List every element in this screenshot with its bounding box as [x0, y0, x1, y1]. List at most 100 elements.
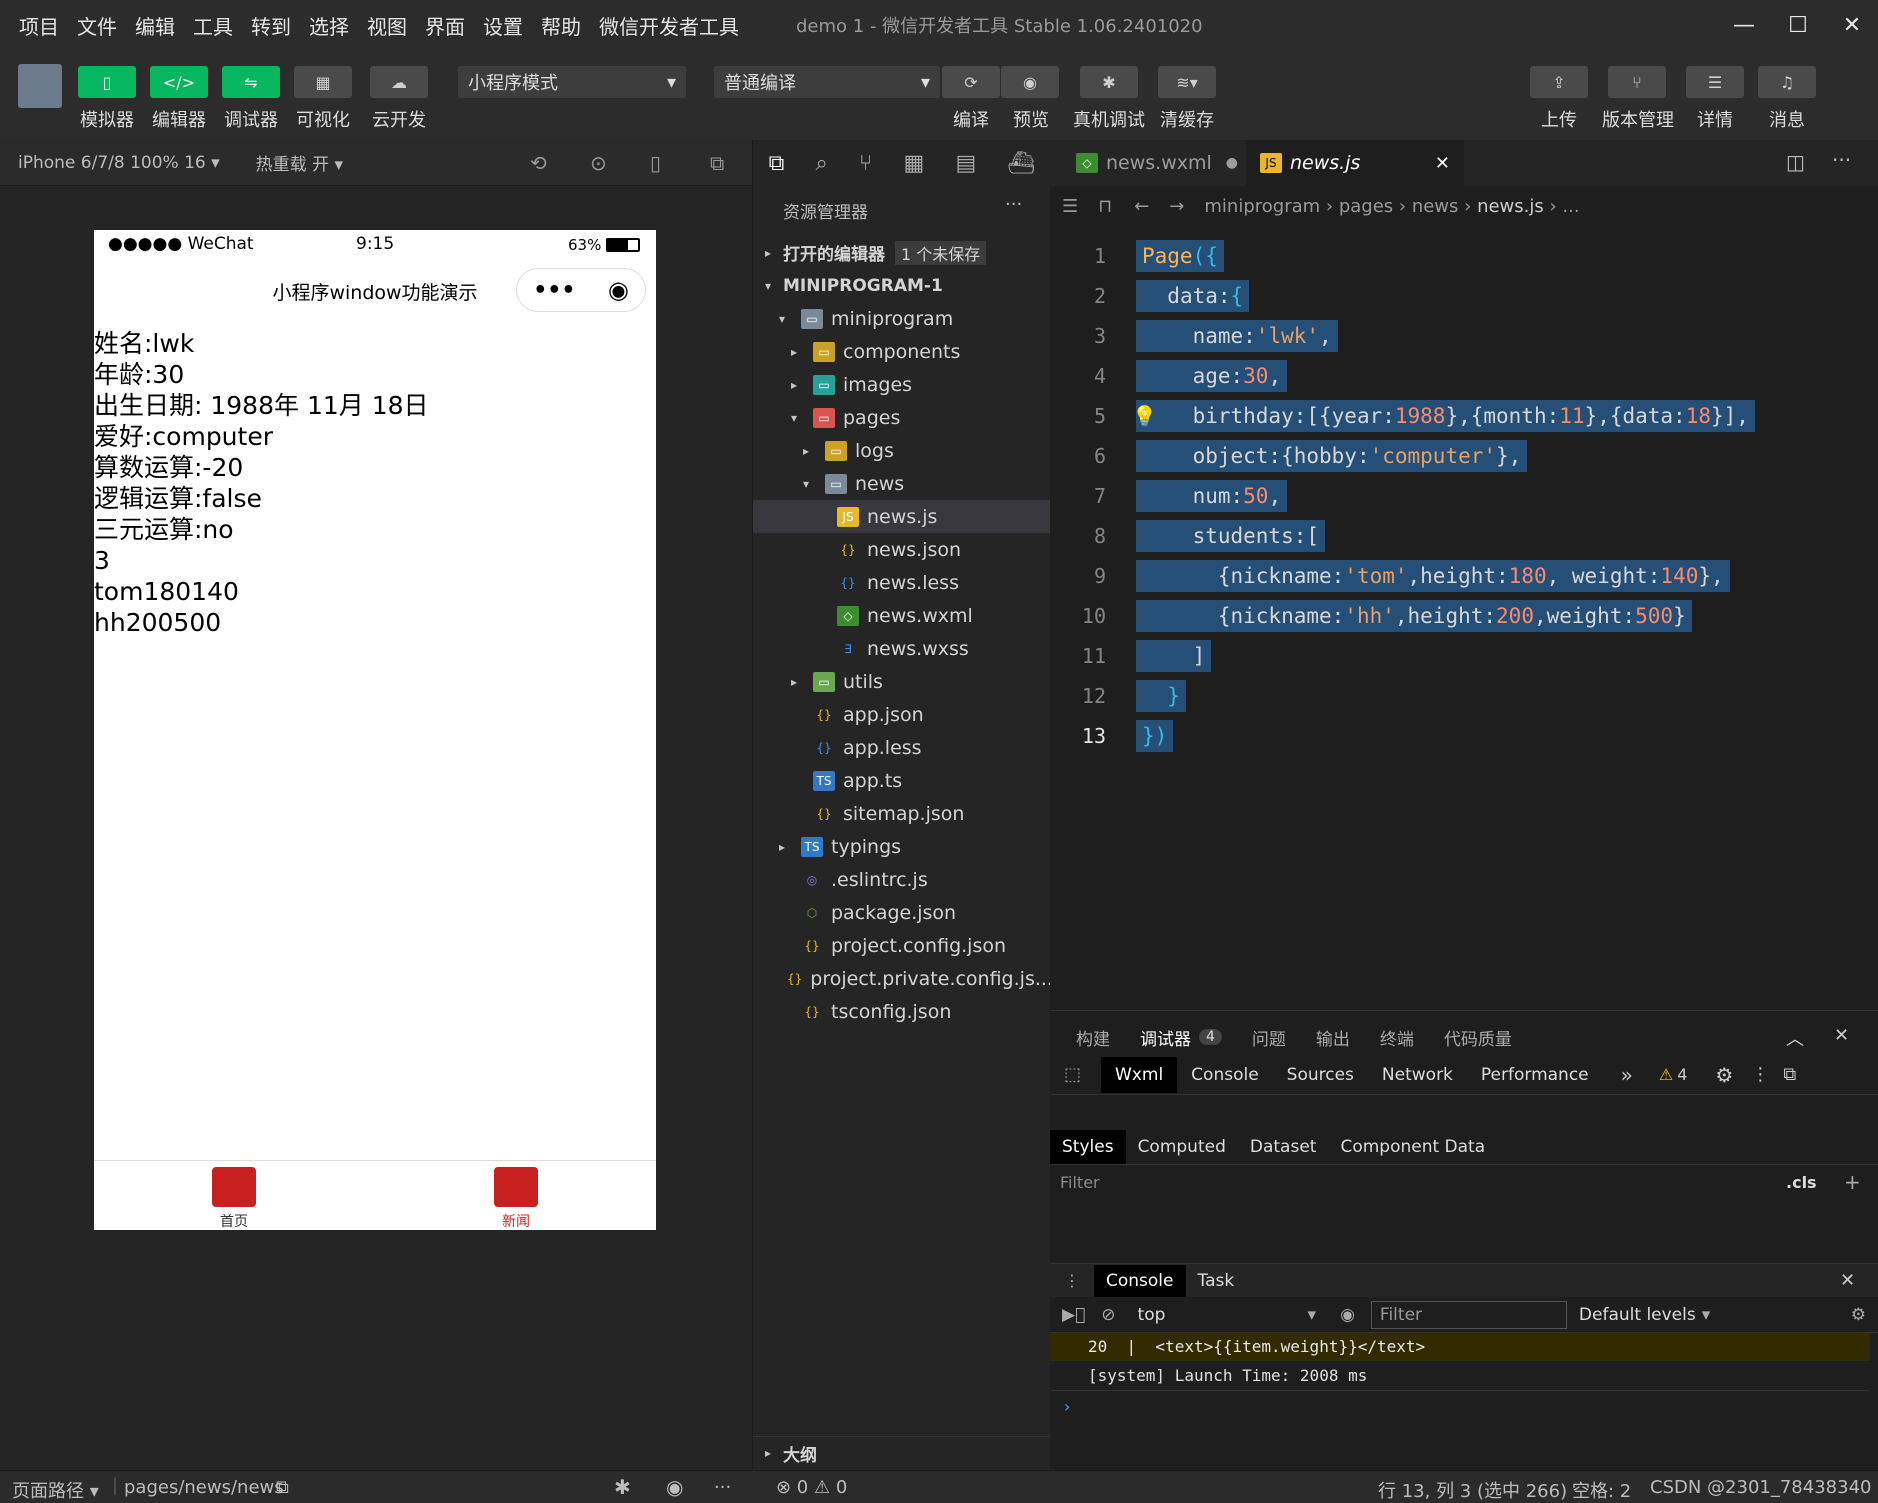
settings-icon[interactable]: ⚙ [1715, 1063, 1733, 1087]
menu-item[interactable]: 文件 [68, 11, 126, 40]
code-line[interactable]: 12 } [1050, 676, 1878, 716]
problems-count[interactable]: ⊗ 0 ⚠ 0 [776, 1477, 847, 1498]
panel-tab[interactable]: 终端 [1380, 1025, 1414, 1050]
breadcrumb-item[interactable]: news.js [1477, 196, 1544, 217]
more-tabs-icon[interactable]: » [1621, 1063, 1633, 1087]
avatar[interactable] [18, 64, 62, 108]
compile-button[interactable]: ⟳ [942, 66, 1000, 98]
code-line[interactable]: 9 {nickname:'tom',height:180, weight:140… [1050, 556, 1878, 596]
panel-tab[interactable]: 代码质量 [1444, 1025, 1512, 1050]
copy-icon[interactable]: ⧉ [276, 1477, 289, 1498]
tree-item[interactable]: ▸ ▭ utils [753, 665, 1051, 698]
devtools-tab[interactable]: Console [1177, 1057, 1273, 1093]
tree-item[interactable]: {} news.less [753, 566, 1051, 599]
close-tab-icon[interactable]: ✕ [1435, 153, 1450, 174]
inspect-icon[interactable]: ⬚ [1064, 1064, 1081, 1085]
source-control-icon[interactable]: ⑂ [859, 151, 872, 176]
tree-item[interactable]: ∃ news.wxss [753, 632, 1051, 665]
code-line[interactable]: 10 {nickname:'hh',height:200,weight:500} [1050, 596, 1878, 636]
list-icon[interactable]: ☰ [1062, 196, 1078, 217]
bug-status-icon[interactable]: ✱ [614, 1475, 631, 1499]
tree-item[interactable]: ▾ ▭ miniprogram [753, 302, 1051, 335]
cursor-position[interactable]: 行 13, 列 3 (选中 266) [1378, 1477, 1567, 1503]
tree-item[interactable]: ▸ ▭ components [753, 335, 1051, 368]
style-tab[interactable]: Computed [1126, 1130, 1238, 1164]
device-icon[interactable]: ▯ [650, 151, 661, 175]
dock-icon[interactable]: ⧉ [1783, 1064, 1796, 1085]
tab-news-js[interactable]: JS news.js ✕ [1246, 140, 1464, 186]
menu-item[interactable]: 转到 [242, 11, 300, 40]
code-line[interactable]: 2 data:{ [1050, 276, 1878, 316]
page-path-select[interactable]: 页面路径 ▾ [12, 1477, 99, 1503]
version-button[interactable]: ⑂ [1608, 66, 1666, 98]
tree-item[interactable]: ▸ ▭ images [753, 368, 1051, 401]
menu-item[interactable]: 选择 [300, 11, 358, 40]
console-filter-input[interactable]: Filter [1370, 1300, 1567, 1329]
docker-icon[interactable]: ⛴ [1007, 151, 1035, 176]
preview-button[interactable]: ◉ [1001, 66, 1059, 98]
devtools-tab[interactable]: Sources [1273, 1057, 1368, 1093]
styles-filter-input[interactable]: Filter [1060, 1173, 1100, 1192]
search-icon[interactable]: ⌕ [816, 151, 828, 176]
close-target-icon[interactable]: ◉ [608, 276, 629, 304]
close-drawer-icon[interactable]: ✕ [1840, 1270, 1855, 1291]
panel-tab[interactable]: 构建 [1076, 1025, 1110, 1050]
forward-arrow-icon[interactable]: → [1169, 196, 1184, 217]
breadcrumb-item[interactable]: miniprogram [1204, 196, 1320, 217]
drawer-menu-icon[interactable]: ⋮ [1064, 1271, 1080, 1290]
messages-button[interactable]: ♫ [1758, 66, 1816, 98]
console-settings-icon[interactable]: ⚙ [1851, 1305, 1866, 1325]
live-expression-icon[interactable]: ◉ [1340, 1305, 1355, 1325]
stop-icon[interactable]: ⊙ [590, 151, 607, 175]
tree-item[interactable]: {} tsconfig.json [753, 995, 1051, 1028]
popout-icon[interactable]: ⧉ [710, 151, 724, 175]
more-icon[interactable]: ••• [533, 278, 575, 303]
tree-item[interactable]: ◇ news.wxml [753, 599, 1051, 632]
kebab-icon[interactable]: ⋮ [1751, 1064, 1769, 1085]
tree-item[interactable]: TS app.ts [753, 764, 1051, 797]
home-tab-icon[interactable] [212, 1167, 256, 1207]
tree-item[interactable]: {} app.json [753, 698, 1051, 731]
cls-button[interactable]: .cls [1786, 1173, 1817, 1192]
panel-tab[interactable]: 输出 [1316, 1025, 1350, 1050]
maximize-button[interactable]: ☐ [1780, 8, 1816, 42]
style-tab[interactable]: Styles [1050, 1129, 1126, 1164]
open-editors-section[interactable]: ▸ 打开的编辑器 1 个未保存 [753, 236, 1051, 269]
clear-console-icon[interactable]: ⊘ [1101, 1305, 1115, 1325]
split-editor-icon[interactable]: ◫ [1786, 150, 1805, 174]
code-line[interactable]: 5 birthday:[{year:1988},{month:11},{data… [1050, 396, 1878, 436]
tree-item[interactable]: JS news.js [753, 500, 1051, 533]
code-line[interactable]: 1 Page({ [1050, 236, 1878, 276]
compile-select[interactable]: 普通编译 ▾ [714, 66, 940, 98]
minimize-button[interactable]: — [1726, 8, 1762, 42]
menu-item[interactable]: 工具 [184, 11, 242, 40]
tree-item[interactable]: {} news.json [753, 533, 1051, 566]
menu-item[interactable]: 视图 [358, 11, 416, 40]
tree-item[interactable]: ⬡ package.json [753, 896, 1051, 929]
code-line[interactable]: 7 num:50, [1050, 476, 1878, 516]
code-line[interactable]: 8 students:[ [1050, 516, 1878, 556]
panel-tab[interactable]: 问题 [1252, 1025, 1286, 1050]
real-debug-button[interactable]: ✱ [1080, 66, 1138, 98]
menu-item[interactable]: 微信开发者工具 [590, 11, 748, 40]
code-line[interactable]: 13}) [1050, 716, 1878, 756]
tree-item[interactable]: ◎ .eslintrc.js [753, 863, 1051, 896]
more-status-icon[interactable]: ··· [714, 1477, 731, 1498]
add-style-icon[interactable]: + [1844, 1170, 1861, 1194]
tree-item[interactable]: {} project.private.config.js... [753, 962, 1053, 995]
rotate-icon[interactable]: ⟲ [530, 151, 547, 175]
code-line[interactable]: 6 object:{hobby:'computer'}, [1050, 436, 1878, 476]
devtools-tab[interactable]: Network [1368, 1057, 1467, 1093]
clear-cache-button[interactable]: ≋▾ [1158, 66, 1216, 98]
device-select[interactable]: iPhone 6/7/8 100% 16 ▾ [18, 153, 220, 173]
tree-item[interactable]: {} sitemap.json [753, 797, 1051, 830]
levels-select[interactable]: Default levels [1579, 1305, 1696, 1325]
explorer-more-icon[interactable]: ··· [1005, 194, 1022, 215]
home-tab-label[interactable]: 首页 [202, 1211, 266, 1231]
breadcrumb-item[interactable]: ... [1562, 196, 1579, 217]
close-panel-icon[interactable]: ✕ [1834, 1025, 1849, 1046]
breadcrumb-item[interactable]: news [1412, 196, 1459, 217]
devtools-tab[interactable]: Performance [1467, 1057, 1603, 1093]
lightbulb-icon[interactable]: 💡 [1132, 404, 1157, 428]
prompt-chevron-icon[interactable]: › [1064, 1397, 1070, 1416]
